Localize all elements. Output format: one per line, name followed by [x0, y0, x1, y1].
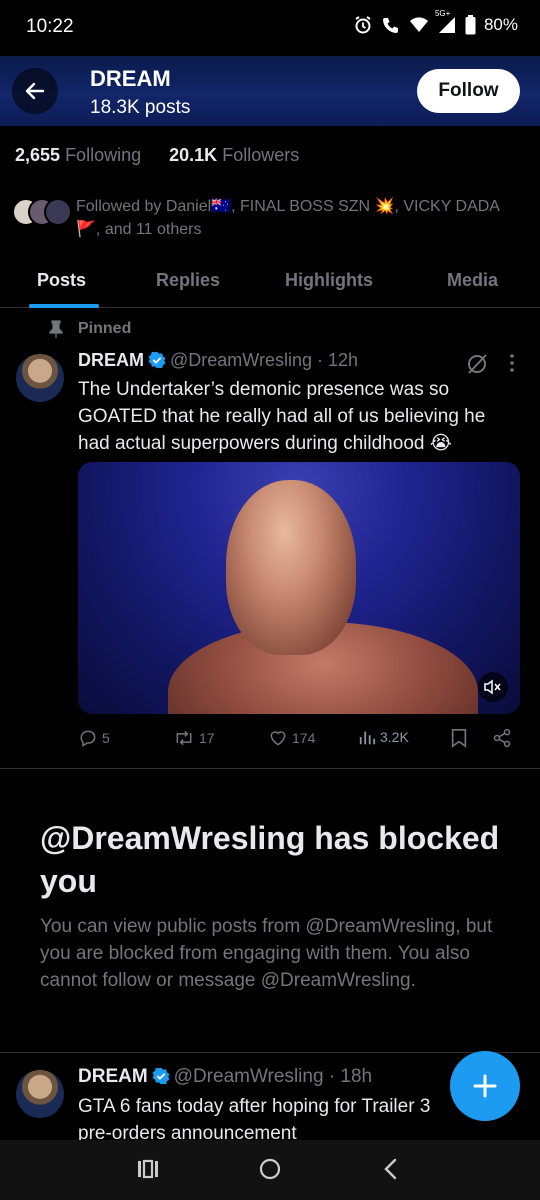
profile-header: DREAM 18.3K posts Follow [0, 56, 540, 126]
author-handle[interactable]: @DreamWresling [174, 1066, 324, 1087]
pinned-label: Pinned [48, 320, 131, 338]
bookmark-icon [451, 729, 467, 748]
tweet-text: The Undertaker’s demonic presence was so… [78, 379, 486, 454]
status-bar: 10:22 5G+ 80% [0, 0, 540, 56]
tab-replies[interactable]: Replies [156, 270, 220, 291]
follow-button[interactable]: Follow [417, 69, 520, 113]
verified-badge-icon [148, 351, 166, 369]
network-type: 5G+ [434, 9, 451, 18]
tab-media[interactable]: Media [447, 270, 498, 291]
divider [0, 1052, 540, 1053]
tweet-time: · 12h [317, 350, 359, 370]
system-nav-bar [0, 1140, 540, 1200]
home-circle-icon [259, 1158, 281, 1180]
wifi-icon [409, 15, 429, 35]
more-options-button[interactable] [508, 352, 516, 379]
repost-count: 17 [199, 730, 215, 746]
tab-posts[interactable]: Posts [37, 270, 86, 291]
tweet-text: GTA 6 fans today after hoping for Traile… [78, 1096, 431, 1144]
like-count: 174 [292, 730, 316, 746]
active-tab-indicator [29, 304, 99, 308]
recent-apps-button[interactable] [137, 1158, 159, 1185]
author-handle[interactable]: @DreamWresling [170, 350, 312, 370]
view-count: 3.2K [380, 729, 409, 745]
back-nav-button[interactable] [382, 1158, 400, 1185]
arrow-left-icon [25, 82, 45, 100]
tweet-video[interactable] [78, 462, 520, 714]
followed-by-avatars [12, 198, 72, 228]
follow-stats: 2,655 Following 20.1K Followers [15, 145, 299, 166]
followers-link[interactable]: 20.1K Followers [169, 145, 299, 165]
share-icon [493, 728, 511, 748]
tweet-header: DREAM @DreamWresling · 12h [78, 350, 358, 371]
wifi-calling-icon [381, 15, 401, 35]
avatar [44, 198, 72, 226]
tweet-header: DREAM @DreamWresling · 18h [78, 1066, 372, 1088]
verified-badge-icon [152, 1067, 170, 1085]
battery-percent: 80% [483, 15, 518, 34]
followed-by-text: Followed by Daniel🇦🇺, FINAL BOSS SZN 💥, … [76, 198, 500, 238]
chevron-left-icon [384, 1158, 397, 1180]
repost-icon [176, 730, 192, 746]
following-link[interactable]: 2,655 Following [15, 145, 141, 165]
more-vertical-icon [510, 354, 514, 372]
post-count: 18.3K posts [90, 97, 191, 118]
views-icon [359, 731, 376, 745]
mute-button[interactable] [478, 672, 508, 702]
views-button[interactable]: 3.2K [358, 728, 409, 746]
like-button[interactable]: 174 [268, 728, 315, 748]
signal-icon: 5G+ [435, 9, 457, 35]
tweet-actions: 5 17 174 3.2K [78, 728, 518, 752]
blocked-title: @DreamWresling has blocked you [40, 820, 500, 899]
author-name[interactable]: DREAM [78, 350, 144, 370]
status-icons: 5G+ 80% [353, 9, 518, 35]
recent-apps-icon [138, 1159, 158, 1179]
pin-icon [49, 320, 63, 338]
author-name[interactable]: DREAM [78, 1066, 148, 1087]
blocked-description: You can view public posts from @DreamWre… [40, 916, 493, 991]
reply-count: 5 [102, 730, 110, 746]
status-time: 10:22 [26, 16, 74, 37]
share-button[interactable] [492, 728, 512, 748]
back-button[interactable] [12, 68, 58, 114]
profile-name: DREAM [90, 66, 171, 91]
alarm-icon [353, 15, 373, 35]
grok-icon [468, 354, 487, 374]
battery-icon [465, 15, 476, 35]
compose-button[interactable] [450, 1051, 520, 1121]
tab-highlights[interactable]: Highlights [285, 270, 373, 291]
plus-icon [473, 1074, 497, 1098]
reply-button[interactable]: 5 [78, 728, 110, 748]
home-button[interactable] [259, 1158, 281, 1185]
bookmark-button[interactable] [450, 728, 468, 748]
divider [0, 768, 540, 769]
repost-button[interactable]: 17 [173, 728, 215, 748]
video-frame-head [226, 480, 356, 655]
heart-icon [270, 731, 286, 746]
tweet-time: · 18h [328, 1066, 373, 1087]
avatar[interactable] [16, 1070, 64, 1118]
avatar[interactable] [16, 354, 64, 402]
reply-icon [80, 730, 96, 747]
profile-tabs: Posts Replies Highlights Media [0, 258, 540, 308]
volume-muted-icon [484, 679, 501, 695]
